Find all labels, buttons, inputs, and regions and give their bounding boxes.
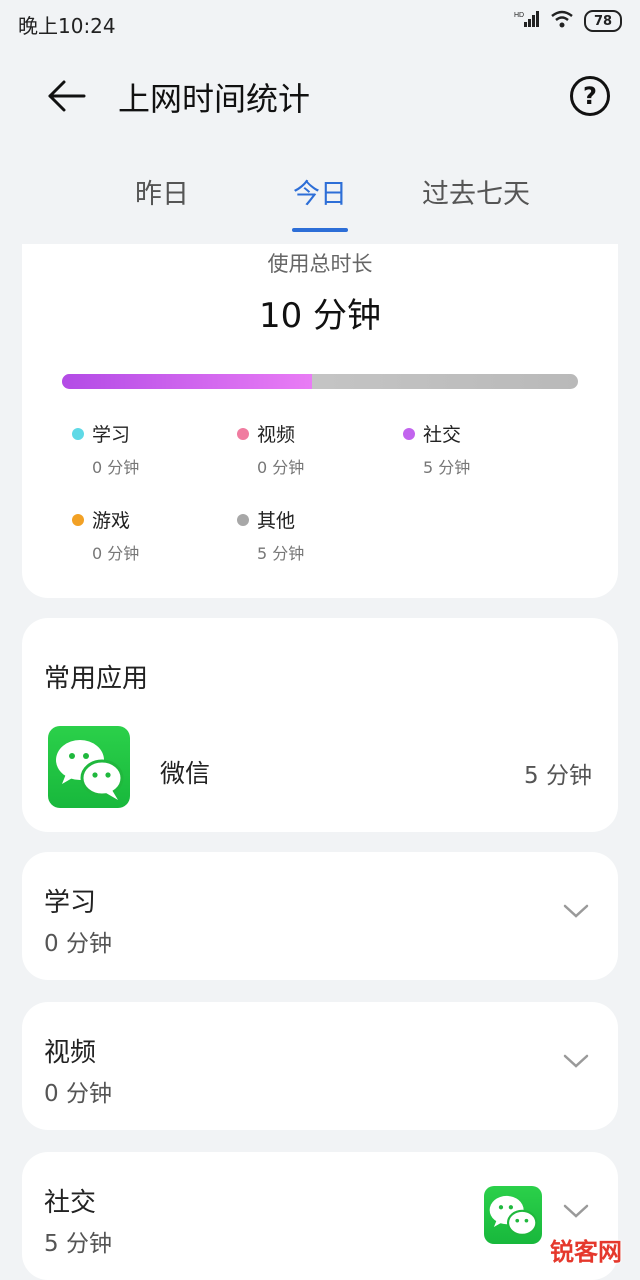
legend-name: 游戏 [92, 510, 131, 532]
legend-time: 0 分钟 [92, 458, 140, 477]
category-name: 社交 [44, 1188, 97, 1218]
category-study-card[interactable]: 学习 0 分钟 [22, 852, 618, 980]
signal-icon: HD [514, 10, 540, 32]
category-time: 0 分钟 [44, 931, 112, 957]
other-dot-icon [237, 514, 249, 526]
legend-time: 5 分钟 [257, 544, 305, 563]
chevron-down-icon[interactable] [562, 1202, 590, 1220]
tab-indicator [292, 228, 348, 232]
usage-summary-card: 使用总时长 10 分钟 学习 0 分钟 视频 0 分钟 社交 5 分钟 游戏 0… [22, 244, 618, 598]
status-bar: 晚上10:24 HD 78 [0, 0, 640, 46]
category-time: 0 分钟 [44, 1081, 112, 1107]
chevron-down-icon[interactable] [562, 902, 590, 920]
social-dot-icon [403, 428, 415, 440]
total-usage-value: 10 分钟 [258, 296, 382, 336]
legend-time: 0 分钟 [92, 544, 140, 563]
app-header: 上网时间统计 ? [0, 46, 640, 146]
usage-bar [62, 374, 578, 389]
video-dot-icon [237, 428, 249, 440]
app-usage-time: 5 分钟 [524, 763, 592, 789]
category-video-card[interactable]: 视频 0 分钟 [22, 1002, 618, 1130]
tab-past-seven-days[interactable]: 过去七天 [396, 172, 556, 211]
legend-name: 其他 [257, 510, 296, 532]
wechat-icon [484, 1186, 542, 1244]
status-icons: HD 78 [514, 10, 622, 32]
game-dot-icon [72, 514, 84, 526]
legend-name: 学习 [92, 424, 131, 446]
legend-name: 视频 [257, 424, 296, 446]
back-arrow-icon [48, 80, 86, 112]
question-icon: ? [583, 82, 597, 110]
network-label: HD [514, 12, 524, 19]
tab-today[interactable]: 今日 [240, 172, 400, 211]
frequent-apps-title: 常用应用 [44, 664, 149, 694]
watermark-logo: 锐客网 [550, 1238, 622, 1266]
category-name: 学习 [44, 888, 97, 918]
study-dot-icon [72, 428, 84, 440]
app-name[interactable]: 微信 [160, 754, 210, 790]
date-tabs: 昨日 今日 过去七天 [0, 166, 640, 236]
help-button[interactable]: ? [570, 76, 610, 116]
page-title: 上网时间统计 [118, 80, 311, 118]
tab-yesterday[interactable]: 昨日 [82, 172, 242, 211]
back-button[interactable] [44, 74, 88, 118]
legend-name: 社交 [423, 424, 462, 446]
category-name: 视频 [44, 1038, 97, 1068]
total-usage-label: 使用总时长 [267, 252, 373, 276]
battery-icon: 78 [584, 10, 622, 32]
wechat-icon[interactable] [48, 726, 130, 808]
usage-bar-social-fill [62, 374, 313, 389]
legend-time: 0 分钟 [257, 458, 305, 477]
legend-time: 5 分钟 [423, 458, 471, 477]
category-social-card[interactable]: 社交 5 分钟 [22, 1152, 618, 1280]
chevron-down-icon[interactable] [562, 1052, 590, 1070]
category-time: 5 分钟 [44, 1231, 112, 1257]
wifi-icon [550, 10, 574, 32]
frequent-apps-card: 常用应用 微信 5 分钟 [22, 618, 618, 832]
status-time: 晚上10:24 [18, 14, 116, 38]
